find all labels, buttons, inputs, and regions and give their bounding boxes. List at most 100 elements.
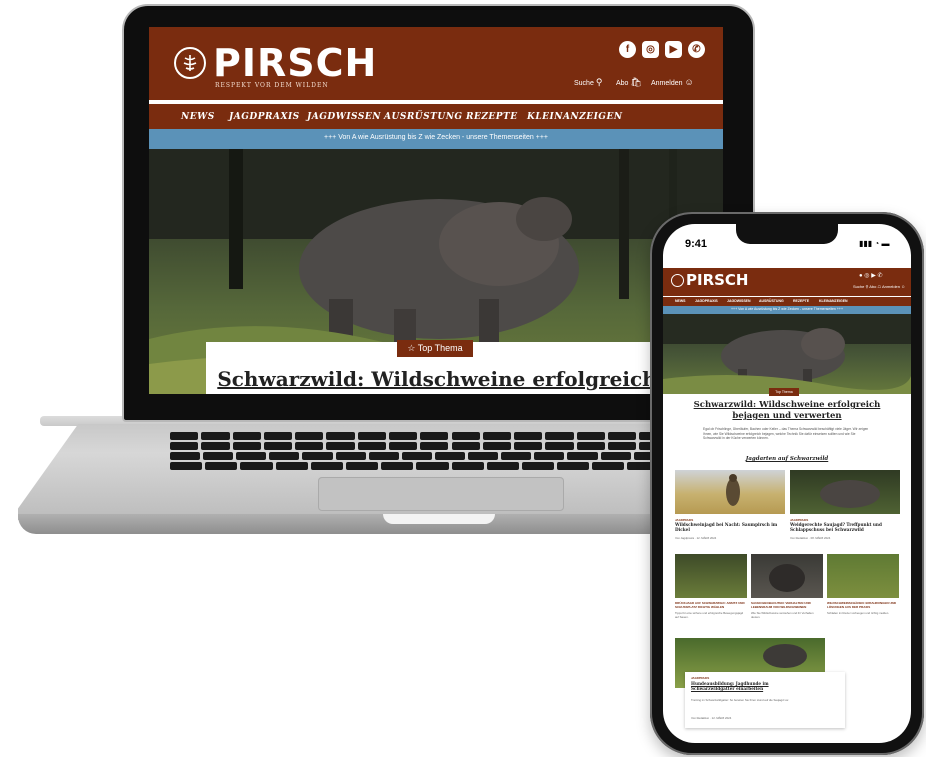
article-image-hunter[interactable] <box>675 470 785 514</box>
nav-item-news[interactable]: NEWS <box>181 112 215 122</box>
keyboard-key <box>357 432 386 440</box>
phone-nav-news[interactable]: NEWS <box>675 299 686 303</box>
whatsapp-icon[interactable]: ✆ <box>688 41 705 58</box>
feature-text: Training im Schwarzwildgatter: So bereit… <box>691 698 789 702</box>
top-thema-badge: ☆ Top Thema <box>397 340 473 357</box>
keyboard-key <box>232 432 261 440</box>
keyboard-key <box>420 442 449 450</box>
feature-title-line2: Schwarzwildgatter einarbeiten <box>691 686 764 691</box>
themes-strip[interactable]: +++ Von A wie Ausrüstung bis Z wie Zecke… <box>149 129 723 149</box>
shopping-bag-icon: 🛍 <box>630 77 642 87</box>
phone-boar-logo-icon[interactable] <box>671 274 684 287</box>
phone-themes-strip-text: +++ Von A wie Ausrüstung bis Z wie Zecke… <box>730 307 843 311</box>
keyboard-key <box>326 442 355 450</box>
youtube-icon[interactable]: ▶ <box>665 41 682 58</box>
keyboard-key <box>482 442 512 450</box>
keyboard-key <box>514 442 543 450</box>
article-3-title[interactable]: DRÜCKJAGD AUF SCHWARZWILD: ANSITZ UND SC… <box>675 601 747 609</box>
article-1-title[interactable]: Wildschweinjagd bei Nacht: Saumpirsch im… <box>675 522 783 532</box>
nav-item-jagdwissen[interactable]: JAGDWISSEN <box>307 112 381 122</box>
phone-hero-intro: Egal ob Frischlinge, Überläufer, Bachen … <box>703 427 869 440</box>
nav-item-rezepte[interactable]: REZEPTE <box>466 112 518 122</box>
phone-nav-kleinanzeigen[interactable]: KLEINANZEIGEN <box>819 299 848 303</box>
keyboard-key <box>170 462 203 470</box>
boar-forest-illustration <box>820 480 880 508</box>
facebook-icon[interactable]: f <box>619 41 636 58</box>
article-2-title[interactable]: Weidgerechte Saujagd? Treffpunkt und Sch… <box>790 522 898 532</box>
abo-label: Abo <box>616 80 629 87</box>
keyboard-key <box>381 462 414 470</box>
instagram-icon[interactable]: ◎ <box>642 41 659 58</box>
phone-themes-strip[interactable]: +++ Von A wie Ausrüstung bis Z wie Zecke… <box>663 306 911 314</box>
keyboard-key <box>434 452 466 460</box>
phone-nav-rezepte[interactable]: REZEPTE <box>793 299 809 303</box>
feature-title[interactable]: Hundeausbildung: Jagdhunde im Schwarzwil… <box>691 681 841 691</box>
phone-hero-title[interactable]: Schwarzwild: Wildschweine erfolgreich be… <box>671 400 903 422</box>
login-label: Anmelden <box>651 80 683 87</box>
nav-item-kleinanzeigen[interactable]: KLEINANZEIGEN <box>527 112 623 122</box>
boar-head-illustration <box>769 564 805 592</box>
hero-article-title[interactable]: Schwarzwild: Wildschweine erfolgreich <box>209 367 665 391</box>
keyboard-key <box>201 442 230 450</box>
search-link[interactable]: Suche ⚲ <box>574 77 602 88</box>
phone-section-heading: Jagdarten auf Schwarzwild <box>745 456 829 462</box>
article-4-title[interactable]: SAUEN BEOBACHTEN: VERHALTEN UND LEBENSRA… <box>751 601 823 609</box>
article-2-meta: Von Redaktion · 08. MÄRZ 2024 <box>790 536 831 540</box>
keyboard-key <box>576 432 605 440</box>
nav-item-ausruestung[interactable]: AUSRÜSTUNG <box>384 112 463 122</box>
laptop-screen: PIRSCH RESPEKT VOR DEM WILDEN f ◎ ▶ ✆ Su… <box>149 27 723 394</box>
phone-nav-jagdpraxis[interactable]: JAGDPRAXIS <box>695 299 718 303</box>
keyboard-key <box>326 432 355 440</box>
keyboard-key <box>263 442 293 450</box>
hunter-illustration <box>726 474 740 506</box>
keyboard-key <box>592 462 625 470</box>
phone-util-links[interactable]: Suche ⚲ Abo ☖ Anmelden ☺ <box>853 284 905 289</box>
article-image-boar-forest[interactable] <box>790 470 900 514</box>
phone-hero-title-line1: Schwarzwild: Wildschweine erfolgreich <box>693 400 881 410</box>
site-logo[interactable]: PIRSCH <box>213 41 377 85</box>
keyboard-key <box>607 432 637 440</box>
keyboard-key <box>170 452 201 460</box>
keyboard-key <box>600 452 631 460</box>
phone-hero-image[interactable] <box>663 314 911 394</box>
site-tagline: RESPEKT VOR DEM WILDEN <box>215 82 329 89</box>
keyboard-key <box>240 462 273 470</box>
keyboard-key <box>576 442 605 450</box>
keyboard-key <box>388 442 418 450</box>
search-icon: ⚲ <box>595 77 603 87</box>
phone-wild-boar-illustration <box>663 314 911 394</box>
phone-top-thema-badge: Top Thema <box>769 388 799 396</box>
phone-site-logo[interactable]: PIRSCH <box>686 271 749 289</box>
boar-logo-icon[interactable] <box>174 47 206 79</box>
phone-hero-title-line2: bejagen und verwerten <box>732 411 842 421</box>
article-image-dogs[interactable] <box>675 554 747 598</box>
phone-nav-jagdwissen[interactable]: JAGDWISSEN <box>727 299 751 303</box>
article-image-damage[interactable] <box>827 554 899 598</box>
keyboard-key <box>514 432 543 440</box>
keyboard-key <box>420 432 449 440</box>
phone-social-icons[interactable]: ● ◎ ▶ ✆ <box>859 272 883 279</box>
keyboard-key <box>451 442 480 450</box>
nav-item-jagdpraxis[interactable]: JAGDPRAXIS <box>229 112 300 122</box>
user-icon: ☺ <box>684 77 694 87</box>
phone-nav-ausruestung[interactable]: AUSRÜSTUNG <box>759 299 784 303</box>
top-thema-label: Top Thema <box>417 343 463 353</box>
keyboard-key <box>263 432 293 440</box>
article-5-title[interactable]: WILDSCHWEINSCHÄDEN: ERFAHRUNGEN UND LÖSU… <box>827 601 899 609</box>
feature-article-card[interactable]: JAGDPRAXIS Hundeausbildung: Jagdhunde im… <box>685 672 845 728</box>
keyboard-key <box>345 462 379 470</box>
feature-meta: Von Redaktion · 12. MÄRZ 2024 <box>691 716 732 720</box>
keyboard-key <box>232 442 261 450</box>
keyboard-key <box>170 442 199 450</box>
abo-link[interactable]: Abo 🛍 <box>616 77 642 88</box>
phone-screen: 9:41 ▮▮▮ ◔ ▬ PIRSCH ● ◎ ▶ ✆ Suche ⚲ Abo … <box>663 224 911 743</box>
keyboard-key <box>357 442 386 450</box>
keyboard-key <box>607 442 637 450</box>
keyboard-key <box>557 462 590 470</box>
keyboard-key <box>567 452 598 460</box>
themes-strip-text: +++ Von A wie Ausrüstung bis Z wie Zecke… <box>323 134 548 141</box>
article-3-text: Tipps für eine sichere und erfolgreiche … <box>675 611 744 619</box>
keyboard-key <box>205 462 238 470</box>
login-link[interactable]: Anmelden ☺ <box>651 77 694 87</box>
article-image-boar-head[interactable] <box>751 554 823 598</box>
